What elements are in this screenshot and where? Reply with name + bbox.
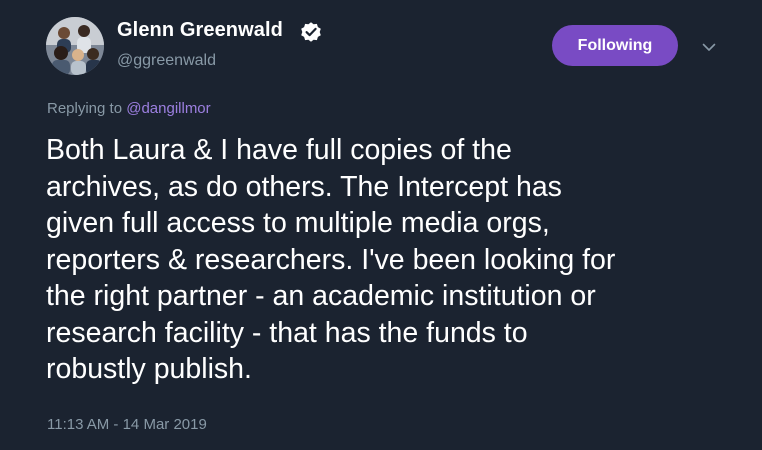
tweet-text-line: robustly publish.	[46, 353, 252, 385]
mention-link[interactable]: @dangillmor	[126, 100, 210, 117]
following-button[interactable]: Following	[552, 25, 678, 66]
replying-to-label: Replying to	[47, 100, 123, 117]
author-name[interactable]: Glenn Greenwald	[117, 19, 283, 42]
tweet-text-line: the right partner - an academic institut…	[46, 280, 596, 312]
author-handle[interactable]: @ggreenwald	[117, 52, 216, 70]
tweet-text-line: given full access to multiple media orgs…	[46, 207, 550, 239]
tweet-text-line: research facility - that has the funds t…	[46, 316, 528, 349]
verified-badge-icon	[301, 22, 321, 42]
avatar[interactable]	[46, 17, 104, 75]
tweet-text: Both Laura & I have full copies of the a…	[46, 132, 736, 388]
tweet-timestamp[interactable]: 11:13 AM - 14 Mar 2019	[47, 416, 207, 433]
replying-to-line: Replying to @dangillmor	[47, 100, 211, 117]
group-photo-avatar-icon	[46, 17, 104, 75]
tweet-card: Glenn Greenwald @ggreenwald Following Re…	[0, 0, 762, 450]
tweet-text-line: archives, as do others. The Intercept ha…	[46, 170, 562, 203]
chevron-down-icon[interactable]	[700, 38, 718, 56]
tweet-text-line: Both Laura & I have full copies of the	[46, 134, 512, 166]
tweet-text-line: reporters & researchers. I've been looki…	[46, 243, 616, 276]
